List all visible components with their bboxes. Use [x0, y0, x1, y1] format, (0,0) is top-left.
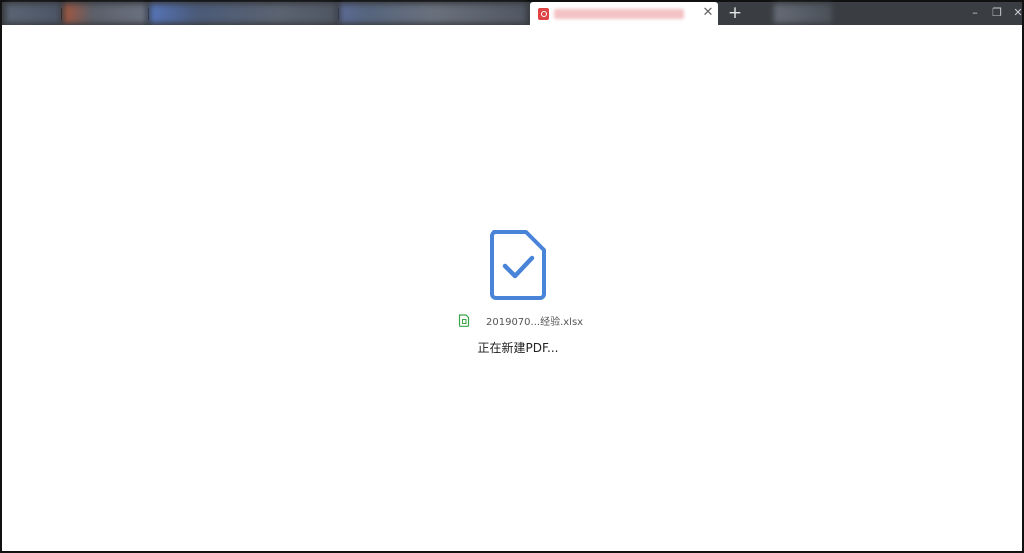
- active-tab[interactable]: ✕: [530, 2, 718, 25]
- minimize-button[interactable]: –: [967, 5, 983, 21]
- status-text: 正在新建PDF...: [477, 341, 559, 355]
- pdf-icon: [538, 8, 549, 20]
- document-check-icon: [490, 230, 546, 300]
- excel-file-icon: [458, 313, 470, 327]
- tab-blurred-3[interactable]: [150, 4, 336, 23]
- file-name: 2019070...经验.xlsx: [486, 316, 584, 328]
- tab-blurred-2[interactable]: [64, 4, 146, 23]
- tab-bar: ✕ + – ❐ ✕: [2, 2, 1024, 25]
- main-content: 2019070...经验.xlsx 正在新建PDF...: [2, 25, 1022, 551]
- restore-button[interactable]: ❐: [989, 5, 1005, 21]
- app-window: ✕ + – ❐ ✕ 2019070...经验.xlsx 正在新建PDF...: [0, 0, 1024, 553]
- tab-blurred-4[interactable]: [340, 4, 526, 23]
- tab-blurred-5[interactable]: [774, 4, 832, 23]
- new-tab-button[interactable]: +: [726, 4, 744, 22]
- tab-separator: [61, 8, 62, 20]
- close-tab-icon[interactable]: ✕: [701, 6, 715, 20]
- tab-blurred-1[interactable]: [6, 4, 60, 23]
- close-window-button[interactable]: ✕: [1010, 5, 1024, 21]
- file-info: 2019070...经验.xlsx: [458, 313, 584, 328]
- tab-separator: [338, 8, 339, 20]
- active-tab-title: [554, 9, 684, 19]
- tab-separator: [148, 8, 149, 20]
